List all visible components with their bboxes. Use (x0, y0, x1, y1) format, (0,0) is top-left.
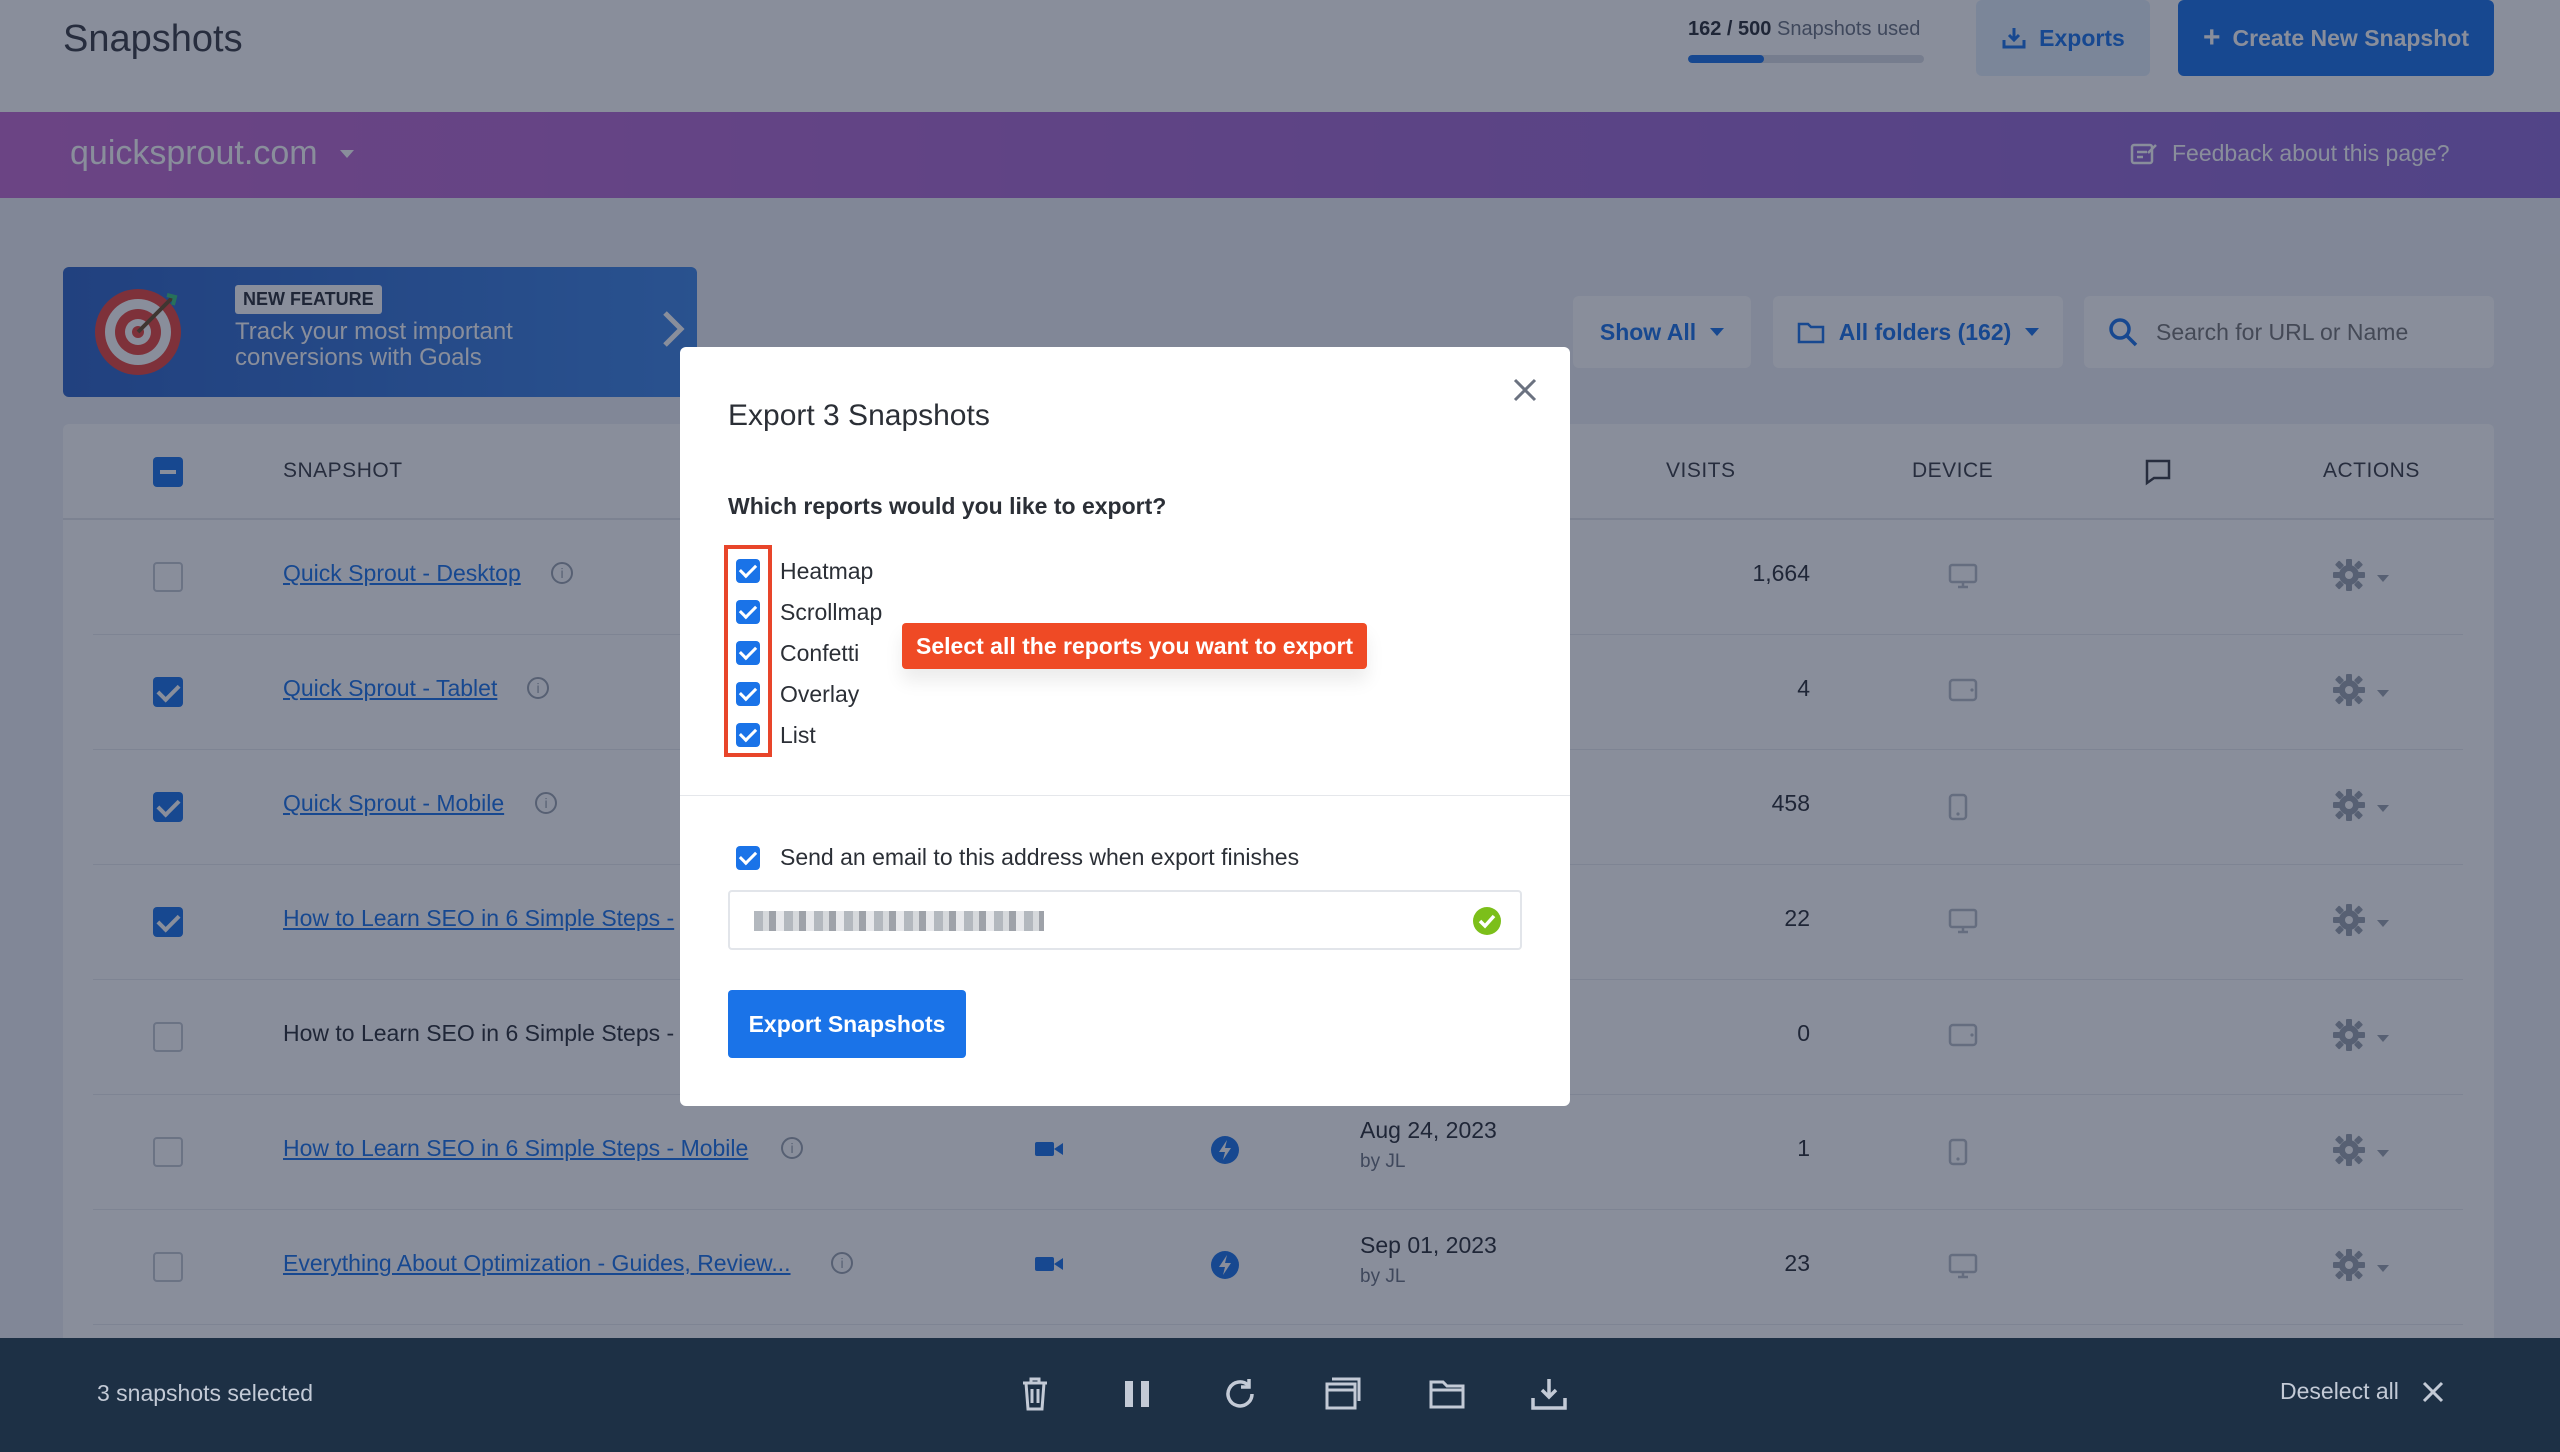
report-option[interactable]: Scrollmap (736, 597, 882, 627)
check-circle-icon (1473, 907, 1501, 935)
export-snapshots-button[interactable]: Export Snapshots (728, 990, 966, 1058)
close-icon (2422, 1381, 2443, 1402)
report-checkbox[interactable] (736, 641, 760, 665)
report-label: Heatmap (780, 558, 874, 584)
refresh-icon[interactable] (1222, 1376, 1258, 1412)
report-checkbox[interactable] (736, 723, 760, 747)
report-option[interactable]: Confetti (736, 638, 859, 668)
export-modal: Export 3 Snapshots Which reports would y… (680, 347, 1570, 1106)
report-option[interactable]: Overlay (736, 679, 859, 709)
report-checkbox[interactable] (736, 682, 760, 706)
report-checkbox[interactable] (736, 559, 760, 583)
redacted-email (754, 911, 1044, 931)
report-label: Overlay (780, 681, 860, 707)
deselect-label: Deselect all (2280, 1378, 2399, 1404)
report-checkbox[interactable] (736, 600, 760, 624)
instruction-tooltip: Select all the reports you want to expor… (902, 623, 1368, 669)
report-label: Scrollmap (780, 599, 883, 625)
report-option[interactable]: Heatmap (736, 556, 873, 586)
close-icon[interactable] (1512, 377, 1538, 403)
report-option[interactable]: List (736, 720, 816, 750)
reports-question: Which reports would you like to export? (728, 493, 1167, 519)
email-notify-option[interactable]: Send an email to this address when expor… (736, 844, 1299, 871)
email-notify-checkbox[interactable] (736, 845, 760, 870)
email-field[interactable] (728, 890, 1522, 950)
report-label: Confetti (780, 640, 860, 666)
folder-icon[interactable] (1428, 1376, 1466, 1412)
modal-divider (680, 795, 1570, 796)
duplicate-icon[interactable] (1324, 1376, 1362, 1412)
bulk-actions-bar: 3 snapshots selected Deselect all (0, 1338, 2560, 1452)
selected-count: 3 snapshots selected (97, 1380, 314, 1406)
deselect-all-button[interactable]: Deselect all (2280, 1378, 2445, 1405)
pause-icon[interactable] (1122, 1376, 1152, 1412)
trash-icon[interactable] (1020, 1376, 1050, 1412)
email-notify-label: Send an email to this address when expor… (780, 844, 1300, 870)
modal-title: Export 3 Snapshots (728, 399, 990, 432)
report-label: List (780, 722, 816, 748)
download-icon[interactable] (1530, 1376, 1568, 1412)
